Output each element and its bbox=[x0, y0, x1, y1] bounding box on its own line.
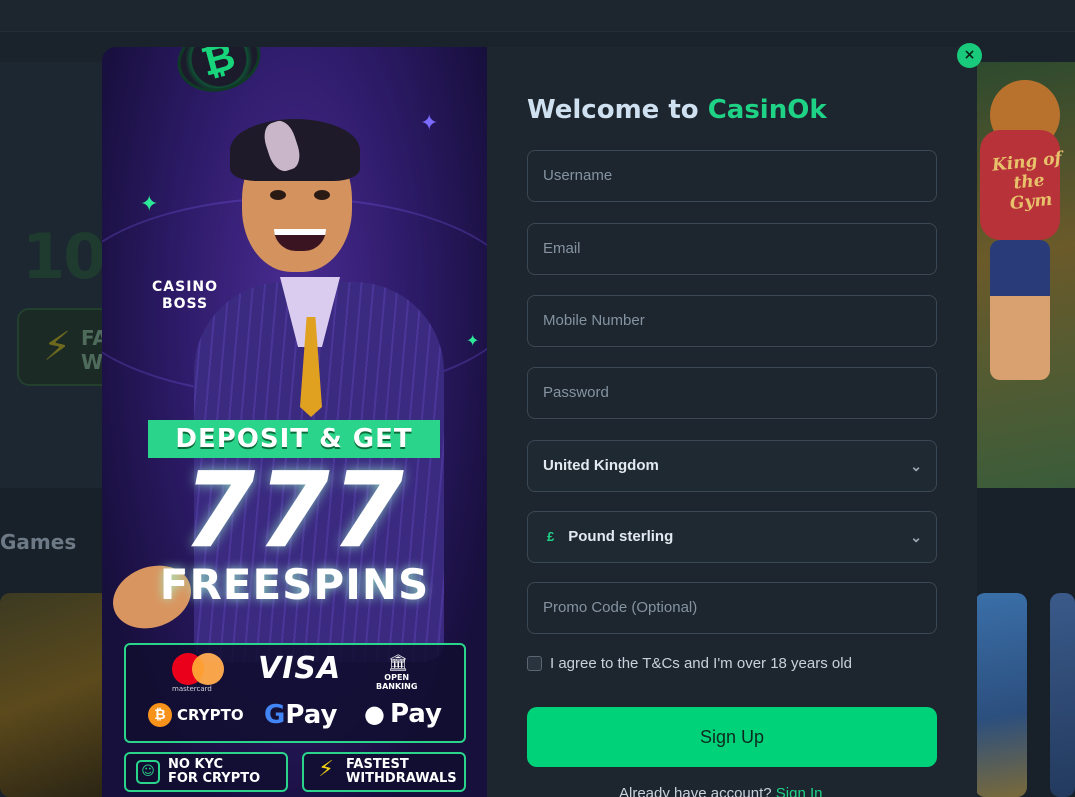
spins-count: 777 bbox=[182, 449, 407, 571]
crypto-label: CRYPTO bbox=[177, 706, 244, 724]
chevron-down-icon: ⌄ bbox=[910, 529, 922, 545]
already-have-account: Already have account? Sign In bbox=[619, 785, 822, 797]
sparkle-icon: ✦ bbox=[420, 111, 439, 136]
bitcoin-icon: ₿ bbox=[148, 703, 172, 727]
apple-pay-logo: ● Pay bbox=[364, 699, 443, 729]
google-g-icon: G bbox=[264, 700, 286, 730]
lion-legs bbox=[990, 240, 1050, 380]
crypto-payment: ₿ CRYPTO bbox=[148, 703, 244, 727]
lightning-icon: ⚡ bbox=[43, 324, 72, 370]
sign-in-link[interactable]: Sign In bbox=[776, 785, 823, 797]
signup-form-panel: Welcome to CasinOk Username Email Mobile… bbox=[487, 47, 977, 797]
mastercard-label: mastercard bbox=[172, 685, 212, 693]
pill-text-2: W bbox=[81, 350, 104, 374]
face-scan-icon: ☺ bbox=[136, 760, 160, 784]
form-title: Welcome to CasinOk bbox=[527, 95, 827, 125]
open-banking-label: OPEN BANKING bbox=[376, 673, 418, 691]
lightning-icon: ⚡ bbox=[318, 757, 334, 782]
bank-icon: 🏛 bbox=[388, 653, 409, 672]
site-top-bar bbox=[0, 0, 1075, 32]
mobile-number-field[interactable]: Mobile Number bbox=[527, 295, 937, 347]
brand-name: CasinOk bbox=[707, 95, 827, 125]
close-modal-button[interactable]: × bbox=[957, 43, 982, 68]
boss-eye bbox=[270, 190, 286, 200]
boss-eye bbox=[314, 190, 330, 200]
country-value: United Kingdom bbox=[543, 457, 659, 474]
sparkle-icon: ✦ bbox=[140, 192, 159, 217]
google-pay-logo: G Pay bbox=[264, 700, 338, 730]
mastercard-icon bbox=[172, 653, 226, 685]
game-tile[interactable] bbox=[975, 593, 1027, 797]
country-select[interactable]: United Kingdom ⌄ bbox=[527, 440, 937, 492]
email-field[interactable]: Email bbox=[527, 223, 937, 275]
currency-value: Pound sterling bbox=[568, 528, 674, 545]
password-field[interactable]: Password bbox=[527, 367, 937, 419]
terms-label: I agree to the T&Cs and I'm over 18 year… bbox=[550, 655, 852, 672]
pound-icon: £ bbox=[547, 529, 555, 544]
signup-modal: ₿ ✦ ✦ ✦ CASINO BOSS DEPOSIT & GET 777 FR… bbox=[102, 47, 977, 797]
game-tile[interactable] bbox=[0, 593, 110, 797]
username-field[interactable]: Username bbox=[527, 150, 937, 202]
terms-agreement: I agree to the T&Cs and I'm over 18 year… bbox=[527, 655, 852, 672]
terms-checkbox[interactable] bbox=[527, 656, 542, 671]
no-kyc-badge: ☺ NO KYC FOR CRYPTO bbox=[124, 752, 288, 792]
casino-boss-label: CASINO BOSS bbox=[152, 279, 219, 312]
games-heading: Games bbox=[0, 530, 77, 554]
promo-panel: ₿ ✦ ✦ ✦ CASINO BOSS DEPOSIT & GET 777 FR… bbox=[102, 47, 487, 797]
sign-up-button[interactable]: Sign Up bbox=[527, 707, 937, 767]
currency-select[interactable]: £ Pound sterling ⌄ bbox=[527, 511, 937, 563]
game-tile[interactable] bbox=[1050, 593, 1075, 797]
payment-methods-box: mastercard VISA 🏛 OPEN BANKING ₿ CRYPTO … bbox=[124, 643, 466, 743]
chevron-down-icon: ⌄ bbox=[910, 458, 922, 474]
bitcoin-coin-icon: ₿ bbox=[170, 47, 268, 101]
fastest-withdrawals-badge: ⚡ FASTEST WITHDRAWALS bbox=[302, 752, 466, 792]
hero-headline: 10 bbox=[22, 220, 106, 293]
game-banner-title: King of the Gym bbox=[991, 148, 1063, 215]
apple-icon: ● bbox=[364, 700, 385, 728]
spins-label: FREESPINS bbox=[159, 560, 430, 609]
visa-logo: VISA bbox=[258, 651, 342, 686]
promo-code-field[interactable]: Promo Code (Optional) bbox=[527, 582, 937, 634]
